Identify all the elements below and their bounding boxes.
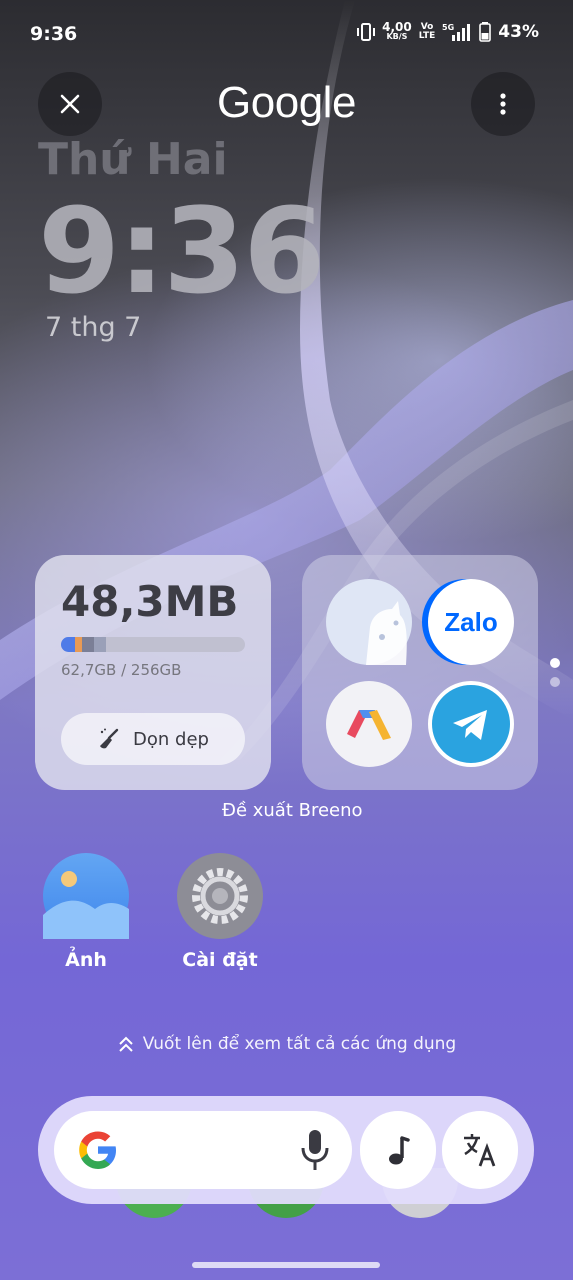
telegram-icon: [453, 710, 487, 740]
search-input[interactable]: [54, 1111, 352, 1189]
volte-indicator: Vo LTE: [418, 22, 436, 41]
suggested-app-zalo[interactable]: Zalo: [428, 579, 514, 665]
freed-amount: 48,3MB: [61, 577, 239, 626]
more-vertical-icon: [500, 93, 506, 115]
home-indicator[interactable]: [192, 1262, 380, 1268]
broom-icon: [100, 728, 119, 749]
status-icons: 4,00 KB/S Vo LTE 5G 43%: [357, 20, 539, 42]
music-search-button[interactable]: [360, 1111, 436, 1189]
suggested-app-cat[interactable]: [326, 579, 412, 665]
vlc-like-app-icon: [347, 710, 391, 740]
status-bar: 9:36 4,00 KB/S Vo LTE 5G 43%: [0, 0, 573, 64]
clean-button-label: Dọn dẹp: [133, 728, 209, 750]
page-dot-active: [550, 658, 560, 668]
suggested-app-telegram[interactable]: [428, 681, 514, 767]
storage-cleaner-widget[interactable]: 48,3MB 62,7GB / 256GB Dọn dẹp: [35, 555, 271, 790]
settings-gear-icon: [177, 853, 263, 939]
cat-app-icon: [366, 601, 407, 665]
translate-button[interactable]: [442, 1111, 518, 1189]
breeno-suggestions-label: Đề xuất Breeno: [222, 800, 363, 821]
page-dot: [550, 677, 560, 687]
svg-text:5G: 5G: [442, 23, 454, 32]
battery-icon: [479, 22, 492, 42]
status-time: 9:36: [30, 23, 78, 45]
clock-time[interactable]: 9:36: [38, 182, 326, 320]
photos-icon: [43, 853, 129, 939]
more-options-button[interactable]: [471, 72, 535, 136]
google-search-bar: [38, 1096, 534, 1204]
music-note-icon: [389, 1136, 410, 1165]
network-speed: 4,00 KB/S: [382, 20, 412, 41]
app-settings-label: Cài đặt: [182, 949, 258, 971]
svg-text:Zalo: Zalo: [444, 607, 497, 637]
translate-icon: [464, 1134, 496, 1167]
app-photos-label: Ảnh: [65, 949, 107, 971]
battery-percent: 43%: [498, 22, 539, 42]
app-settings[interactable]: Cài đặt: [175, 853, 265, 971]
storage-usage-text: 62,7GB / 256GB: [61, 661, 182, 679]
clean-button[interactable]: Dọn dẹp: [61, 713, 245, 765]
signal-5g-icon: 5G: [442, 23, 471, 41]
clock-day[interactable]: Thứ Hai: [38, 134, 228, 185]
clock-date[interactable]: 7 thg 7: [45, 312, 141, 343]
swipe-up-hint[interactable]: Vuốt lên để xem tất cả các ứng dụng: [0, 1034, 573, 1054]
app-photos[interactable]: Ảnh: [41, 853, 131, 971]
swipe-up-hint-text: Vuốt lên để xem tất cả các ứng dụng: [142, 1034, 457, 1054]
microphone-icon[interactable]: [298, 1128, 332, 1172]
google-g-icon: [79, 1131, 116, 1169]
zalo-icon: Zalo: [444, 607, 497, 637]
storage-usage-bar: [61, 637, 245, 652]
suggested-app-multicolor[interactable]: [326, 681, 412, 767]
vibrate-icon: [357, 23, 376, 41]
breeno-suggestions-widget: Zalo: [302, 555, 538, 790]
double-chevron-up-icon: [119, 1036, 133, 1052]
